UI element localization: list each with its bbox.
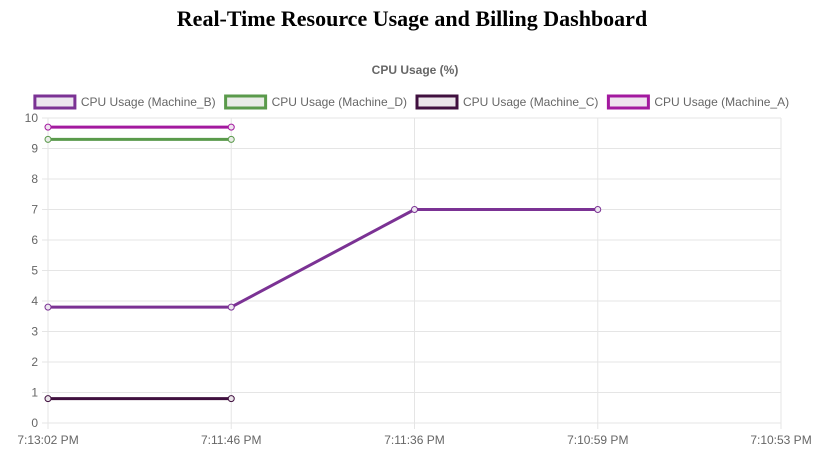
x-tick-label: 7:10:53 PM [750, 433, 811, 447]
y-tick-label: 5 [31, 264, 38, 278]
x-tick-label: 7:10:59 PM [567, 433, 628, 447]
cpu-usage-chart: CPU Usage (%) CPU Usage (Machine_B) CPU U… [17, 63, 811, 447]
legend-item[interactable]: CPU Usage (Machine_B) [33, 94, 216, 110]
y-tick-label: 8 [31, 172, 38, 186]
x-tick-label: 7:13:02 PM [17, 433, 78, 447]
y-tick-label: 9 [31, 142, 38, 156]
data-point[interactable] [227, 303, 235, 311]
chart-title: CPU Usage (%) [372, 63, 459, 77]
legend-item[interactable]: CPU Usage (Machine_C) [415, 94, 598, 110]
legend-label: CPU Usage (Machine_A) [654, 95, 789, 109]
legend-swatch [606, 94, 650, 110]
data-point[interactable] [411, 206, 418, 213]
legend-swatch [224, 94, 268, 110]
data-point[interactable] [44, 395, 52, 403]
y-tick-label: 6 [31, 233, 38, 247]
y-axis: 0 1 2 3 4 5 6 7 8 9 10 [25, 111, 39, 430]
legend-swatch [415, 94, 459, 110]
data-point[interactable] [227, 395, 235, 403]
legend-item[interactable]: CPU Usage (Machine_D) [224, 94, 407, 110]
series-points [44, 123, 602, 403]
series-line [48, 208, 598, 309]
legend-item[interactable]: CPU Usage (Machine_A) [606, 94, 789, 110]
x-tick-label: 7:11:36 PM [384, 433, 444, 447]
y-tick-label: 0 [31, 416, 38, 430]
y-tick-label: 4 [31, 294, 38, 308]
data-point[interactable] [44, 303, 52, 311]
y-tick-label: 2 [31, 355, 38, 369]
data-point[interactable] [227, 123, 235, 131]
data-point[interactable] [227, 135, 235, 143]
x-axis: 7:13:02 PM 7:11:46 PM 7:11:36 PM 7:10:59 PM… [17, 433, 811, 447]
y-tick-label: 10 [25, 111, 39, 125]
x-tick-label: 7:11:46 PM [201, 433, 261, 447]
legend-label: CPU Usage (Machine_D) [272, 95, 407, 109]
legend-swatch [33, 94, 77, 110]
data-point[interactable] [44, 135, 52, 143]
chart-grid [42, 117, 782, 429]
y-tick-label: 1 [31, 386, 38, 400]
y-tick-label: 7 [31, 203, 38, 217]
legend-label: CPU Usage (Machine_C) [463, 95, 598, 109]
series-lines [48, 125, 598, 401]
y-tick-label: 3 [31, 325, 38, 339]
data-point[interactable] [44, 123, 52, 131]
chart-legend: CPU Usage (Machine_B) CPU Usage (Machine_… [33, 94, 789, 110]
legend-label: CPU Usage (Machine_B) [81, 95, 216, 109]
data-point[interactable] [594, 206, 602, 213]
